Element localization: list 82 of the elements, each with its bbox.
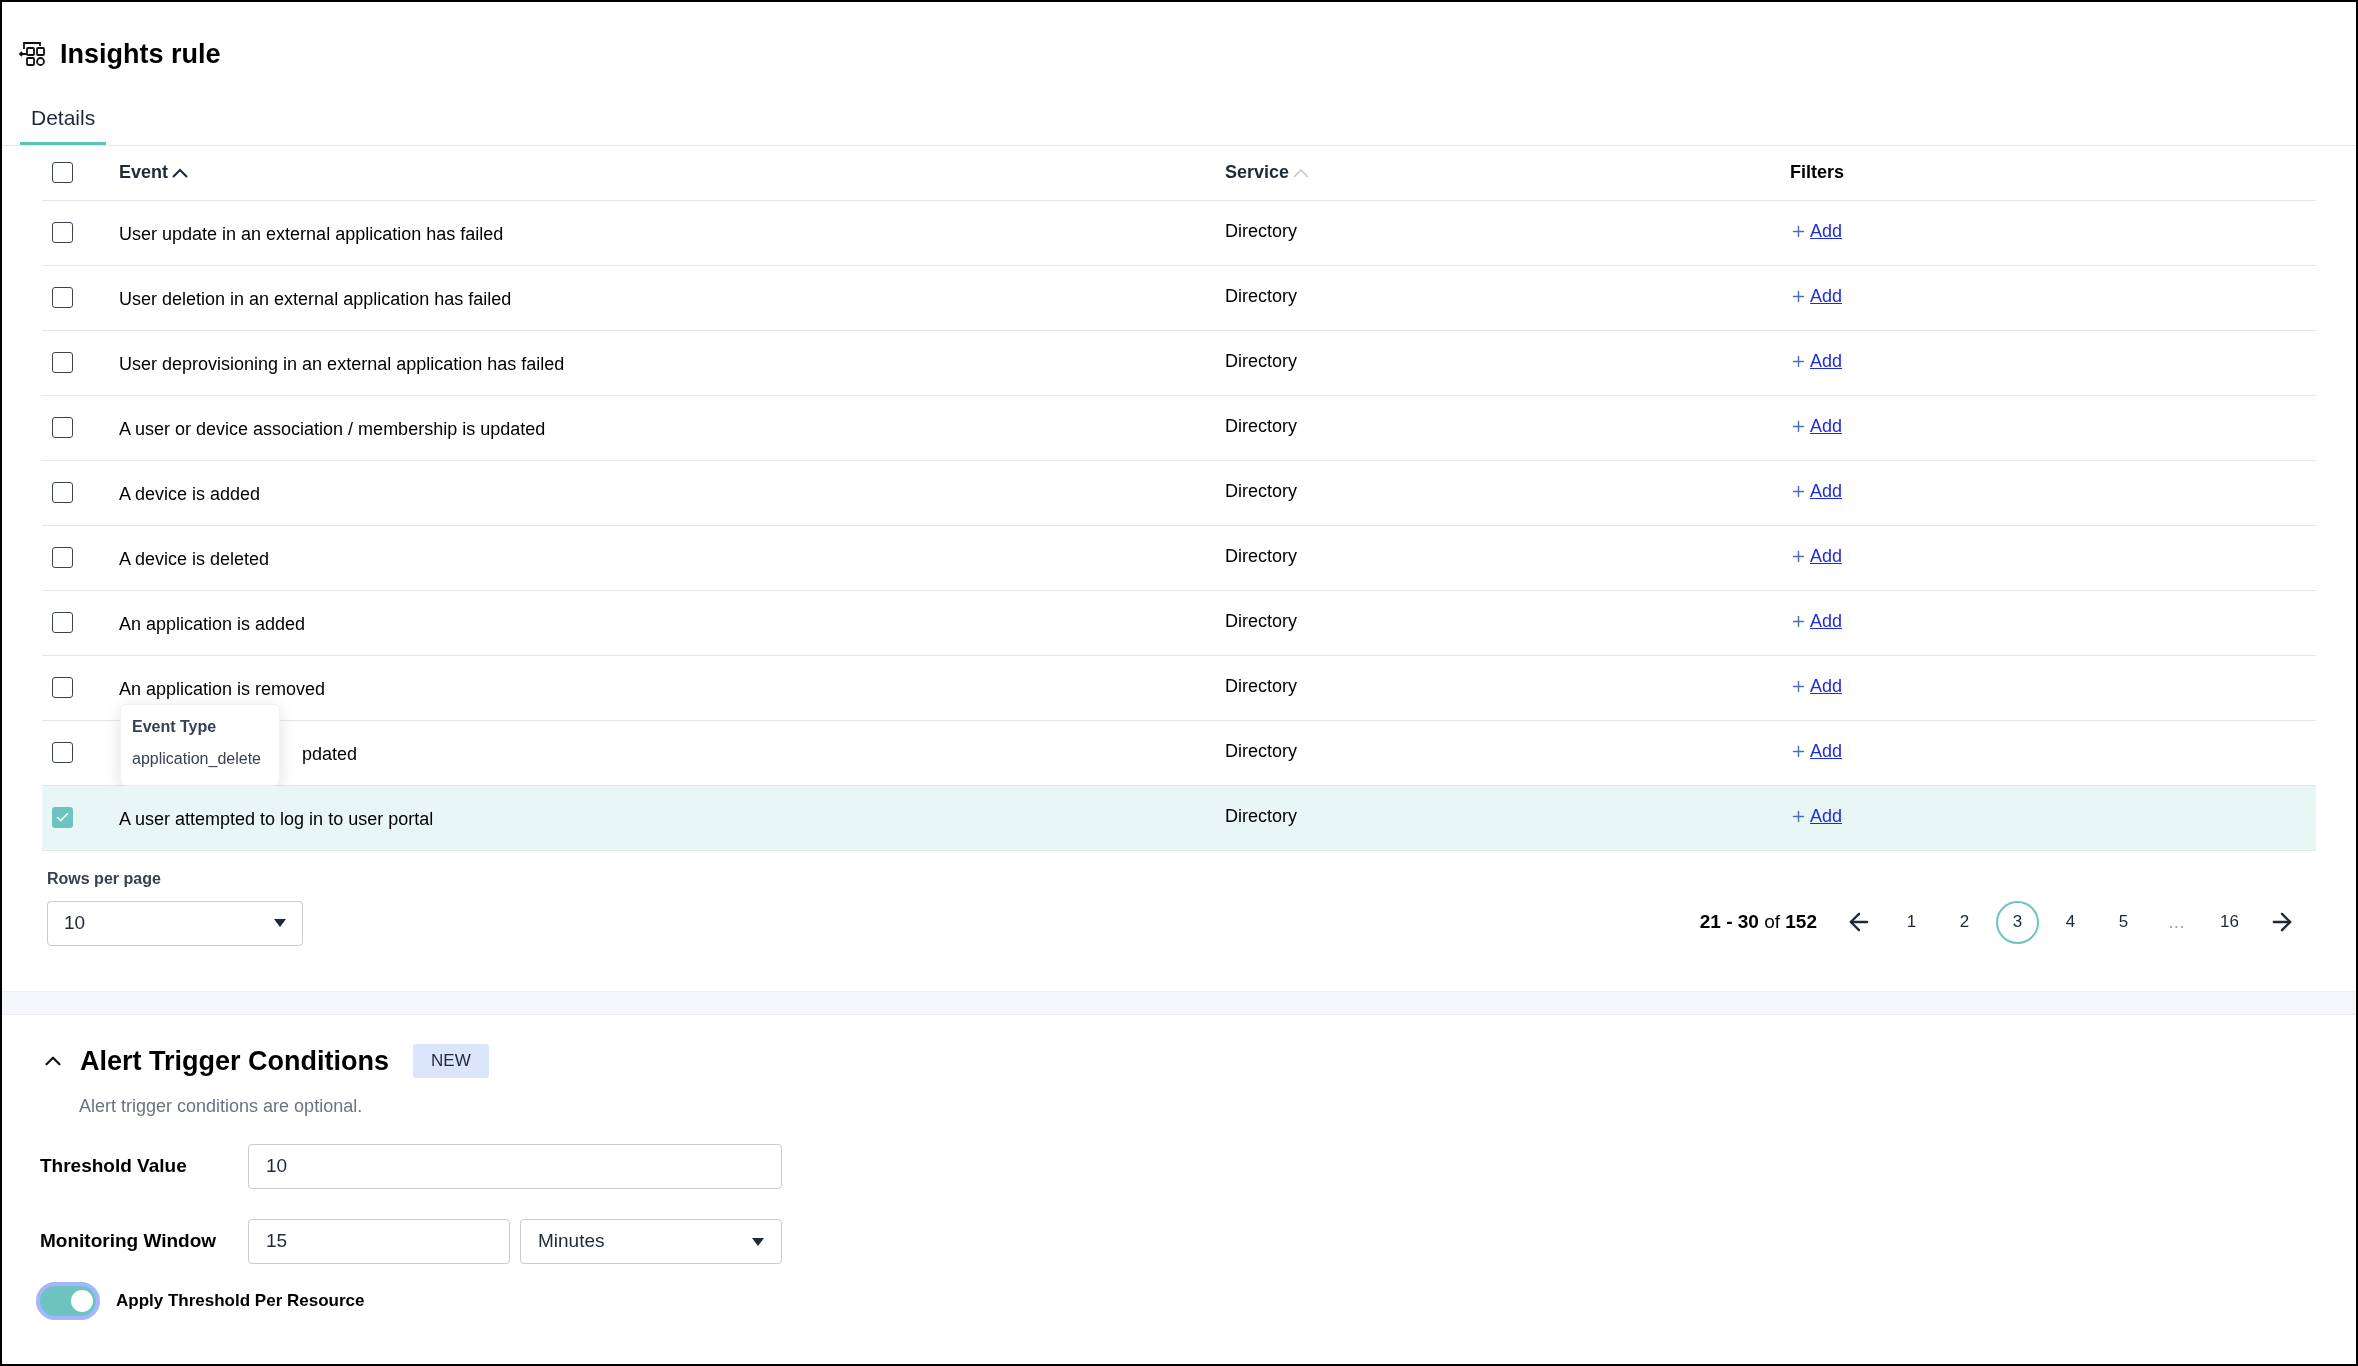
table-cell: Directory [1225,351,1297,371]
checkbox[interactable] [52,352,73,373]
table-cell: Directory [1225,806,1297,826]
table-cell: A user or device association / membership is updated [119,418,546,439]
rows-per-page-label: Rows per page [47,868,162,889]
toggle-label: Apply Threshold Per Resource [116,1290,365,1313]
add-filter-link[interactable]: Add [1810,348,1843,375]
table-cell: User deprovisioning in an external application has failed [119,353,565,374]
checkbox[interactable] [52,742,73,763]
checkbox[interactable] [52,287,73,308]
plus-icon [1790,613,1807,630]
column-header: Filters [1790,161,1845,184]
table-cell: An application is removed [119,678,326,699]
page-button[interactable]: 1 [1890,900,1933,944]
table-cell: Directory [1225,286,1297,306]
plus-icon [1790,483,1807,500]
plus-icon [1790,288,1807,305]
table-cell: User update in an external application has failed [119,223,504,244]
add-filter-link[interactable]: Add [1810,413,1843,440]
section-title: Alert Trigger Conditions [80,1044,389,1078]
tooltip-value: application_delete [132,748,262,769]
monitoring-window-input[interactable]: 15 [248,1219,510,1264]
plus-icon [1790,548,1807,565]
column-header[interactable]: Service [1225,159,1290,186]
table-cell: Directory [1225,676,1297,696]
unit-select[interactable]: Minutes [520,1219,782,1264]
page-button[interactable]: 4 [2049,900,2092,944]
table-cell: User deletion in an external application has failed [119,288,512,309]
section-description: Alert trigger conditions are optional. [79,1095,364,1118]
plus-icon [1790,223,1807,240]
table-cell: Directory [1225,481,1297,501]
page-button[interactable]: 16 [2208,900,2251,944]
plus-icon [1790,743,1807,760]
table-cell: An application is added [119,613,306,634]
page-title: Insights rule [60,37,221,71]
field-label: Monitoring Window [40,1229,218,1254]
checkbox[interactable] [52,612,73,633]
page-button[interactable]: 2 [1943,900,1986,944]
checkbox[interactable] [52,547,73,568]
checkbox[interactable] [52,677,73,698]
table-cell: Directory [1225,546,1297,566]
page-ellipsis: ... [2167,909,2186,934]
table-row[interactable]: A user attempted to log in to user portal Directory Add [42,785,2316,851]
pagination-range: 21 - 30 of 152 [1699,909,1817,934]
table-cell: Directory [1225,221,1297,241]
new-badge: NEW [413,1044,489,1078]
checkbox[interactable] [52,807,73,828]
page-button[interactable]: 3 [1996,900,2039,944]
dashboard-icon [18,40,48,68]
add-filter-link[interactable]: Add [1810,218,1843,245]
add-filter-link[interactable]: Add [1810,543,1843,570]
table-cell: Directory [1225,611,1297,631]
add-filter-link[interactable]: Add [1810,608,1843,635]
checkbox[interactable] [52,417,73,438]
plus-icon [1790,418,1807,435]
toggle-switch[interactable] [36,1282,100,1320]
table-cell: A device is added [119,483,261,504]
checkbox[interactable] [52,482,73,503]
checkbox[interactable] [52,222,73,243]
caret-icon [752,1237,764,1246]
rows-per-page-select[interactable]: 10 [47,900,303,946]
checkbox[interactable] [52,162,73,183]
table-cell: Directory [1225,741,1297,761]
threshold-input[interactable]: 10 [248,1144,782,1189]
tab[interactable]: Details [20,102,107,145]
add-filter-link[interactable]: Add [1810,478,1843,505]
add-filter-link[interactable]: Add [1810,283,1843,310]
caret-icon [274,919,286,927]
page-button[interactable]: 5 [2102,900,2145,944]
add-filter-link[interactable]: Add [1810,803,1843,830]
table-cell: A device is deleted [119,548,270,569]
plus-icon [1790,808,1807,825]
plus-icon [1790,353,1807,370]
add-filter-link[interactable]: Add [1810,738,1843,765]
column-header[interactable]: Event [119,159,169,186]
table-cell: pdated [302,743,358,764]
add-filter-link[interactable]: Add [1810,673,1843,700]
sort-icon[interactable] [172,167,189,178]
table-cell: Directory [1225,416,1297,436]
plus-icon [1790,678,1807,695]
field-label: Threshold Value [40,1154,188,1179]
table-cell: A user attempted to log in to user portal [119,808,434,829]
